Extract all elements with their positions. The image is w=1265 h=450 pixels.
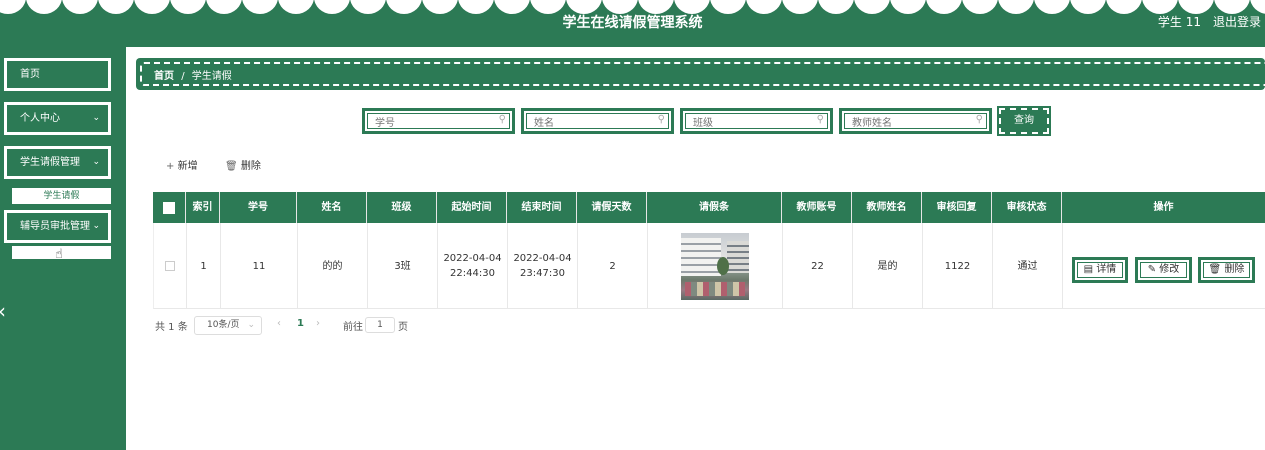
teacher-name-search[interactable]: ⚲ — [839, 108, 992, 134]
search-icon: ⚲ — [816, 114, 824, 125]
col-header-end-time: 结束时间 — [507, 192, 577, 223]
search-icon: ⚲ — [975, 114, 983, 125]
batch-delete-button[interactable]: 🗑 删除 — [225, 157, 261, 172]
add-label: 新增 — [177, 161, 198, 172]
chevron-down-icon: ⌄ — [92, 221, 100, 231]
cell-status: 通过 — [993, 223, 1063, 309]
detail-button[interactable]: ▤ 详情 — [1072, 257, 1128, 283]
cell-index: 1 — [187, 223, 221, 309]
chevron-down-icon: ⌄ — [92, 157, 100, 167]
student-no-search[interactable]: ⚲ — [362, 108, 515, 134]
goto-page-input[interactable]: 1 — [365, 317, 395, 333]
start-time: 22:44:30 — [450, 268, 495, 279]
search-inner-border — [367, 113, 510, 129]
search-inner-border — [844, 113, 987, 129]
sidebar-item-label: 个人中心 — [20, 113, 60, 124]
search-inner-border — [685, 113, 828, 129]
row-checkbox[interactable] — [154, 223, 187, 309]
sidebar: 首页 个人中心 ⌄ 学生请假管理 ⌄ 学生请假 辅导员审批管理 ⌄ ‹ — [0, 47, 126, 450]
col-header-leave-note: 请假条 — [647, 192, 782, 223]
col-header-status: 审核状态 — [992, 192, 1062, 223]
trash-icon: 🗑 — [225, 161, 238, 172]
page-size-select[interactable]: 10条/页 ⌄ — [194, 316, 262, 335]
page-size-value: 10条/页 — [207, 320, 240, 330]
cell-days: 2 — [578, 223, 648, 309]
edit-label: 修改 — [1159, 264, 1180, 275]
goto-label: 前往 — [343, 322, 363, 333]
logout-link[interactable]: 退出登录 — [1213, 13, 1261, 30]
chevron-down-icon: ⌄ — [92, 113, 100, 123]
leave-note-image[interactable] — [681, 232, 749, 300]
chevron-down-icon: ⌄ — [247, 320, 255, 330]
trash-icon: 🗑 — [1208, 264, 1222, 275]
document-icon: ▤ — [1083, 264, 1094, 275]
name-search[interactable]: ⚲ — [521, 108, 674, 134]
col-header-index: 索引 — [186, 192, 220, 223]
cell-teacher-account: 22 — [783, 223, 853, 309]
col-header-name: 姓名 — [297, 192, 367, 223]
cell-name: 的的 — [298, 223, 368, 309]
table-row: 1 11 的的 3班 2022-04-04 22:44:30 2022-04-0… — [153, 223, 1265, 309]
start-date: 2022-04-04 — [443, 253, 502, 264]
page-suffix: 页 — [398, 322, 408, 333]
search-inner-border — [526, 113, 669, 129]
col-header-teacher-account: 教师账号 — [782, 192, 852, 223]
query-button[interactable]: 查询 — [997, 106, 1051, 136]
top-header: 学生在线请假管理系统 学生 11 退出登录 — [0, 0, 1265, 47]
sidebar-item-leave-management[interactable]: 学生请假管理 ⌄ — [4, 146, 111, 179]
collapse-arrow-icon[interactable]: ‹ — [0, 299, 6, 323]
col-header-student-no: 学号 — [220, 192, 297, 223]
breadcrumb-separator: / — [181, 71, 185, 82]
edit-button[interactable]: ✎ 修改 — [1135, 257, 1192, 283]
current-user: 学生 11 — [1157, 15, 1201, 29]
breadcrumb: 首页 / 学生请假 — [136, 58, 1265, 90]
cell-reply: 1122 — [923, 223, 993, 309]
cell-start-time: 2022-04-04 22:44:30 — [438, 223, 508, 309]
app-title: 学生在线请假管理系统 — [562, 15, 703, 31]
end-date: 2022-04-04 — [513, 253, 572, 264]
cell-class: 3班 — [368, 223, 438, 309]
breadcrumb-text: 首页 / 学生请假 — [154, 67, 232, 82]
pagination-total: 共 1 条 — [155, 322, 188, 333]
col-header-class: 班级 — [367, 192, 437, 223]
col-header-actions: 操作 — [1153, 202, 1174, 213]
col-header-teacher-name: 教师姓名 — [852, 192, 922, 223]
row-delete-button[interactable]: 🗑 删除 — [1198, 257, 1255, 283]
cell-leave-note — [648, 223, 783, 309]
next-page-icon[interactable]: › — [316, 318, 320, 329]
cell-student-no: 11 — [221, 223, 298, 309]
prev-page-icon[interactable]: ‹ — [277, 318, 281, 329]
sidebar-item-home[interactable]: 首页 — [4, 58, 111, 91]
page-number-current[interactable]: 1 — [297, 318, 304, 329]
mouse-pointer-icon: ☝ — [55, 247, 63, 262]
breadcrumb-border — [140, 62, 1265, 86]
col-header-reply: 审核回复 — [922, 192, 992, 223]
add-button[interactable]: + 新增 — [166, 157, 198, 172]
col-header-start-time: 起始时间 — [437, 192, 507, 223]
class-search[interactable]: ⚲ — [680, 108, 833, 134]
col-header-days: 请假天数 — [577, 192, 647, 223]
sidebar-item-label: 首页 — [20, 69, 40, 80]
sidebar-item-counselor-approval[interactable]: 辅导员审批管理 ⌄ — [4, 210, 111, 243]
cell-teacher-name: 是的 — [853, 223, 923, 309]
sidebar-item-profile[interactable]: 个人中心 ⌄ — [4, 102, 111, 135]
select-all-checkbox[interactable] — [153, 192, 186, 223]
sidebar-subitem-student-leave[interactable]: 学生请假 — [12, 188, 111, 204]
detail-label: 详情 — [1096, 264, 1117, 275]
table-header: 索引 学号 姓名 班级 起始时间 结束时间 请假天数 请假条 教师账号 教师姓名… — [153, 192, 1265, 223]
search-icon: ⚲ — [498, 114, 506, 125]
end-time: 23:47:30 — [520, 268, 565, 279]
plus-icon: + — [166, 161, 175, 172]
breadcrumb-home[interactable]: 首页 — [154, 71, 174, 82]
delete-label: 删除 — [1224, 264, 1245, 275]
sidebar-item-label: 学生请假管理 — [20, 157, 80, 168]
cell-end-time: 2022-04-04 23:47:30 — [508, 223, 578, 309]
sidebar-item-label: 辅导员审批管理 — [20, 221, 90, 232]
edit-icon: ✎ — [1147, 264, 1157, 275]
delete-label: 删除 — [240, 161, 261, 172]
breadcrumb-current: 学生请假 — [191, 71, 232, 82]
search-icon: ⚲ — [657, 114, 665, 125]
